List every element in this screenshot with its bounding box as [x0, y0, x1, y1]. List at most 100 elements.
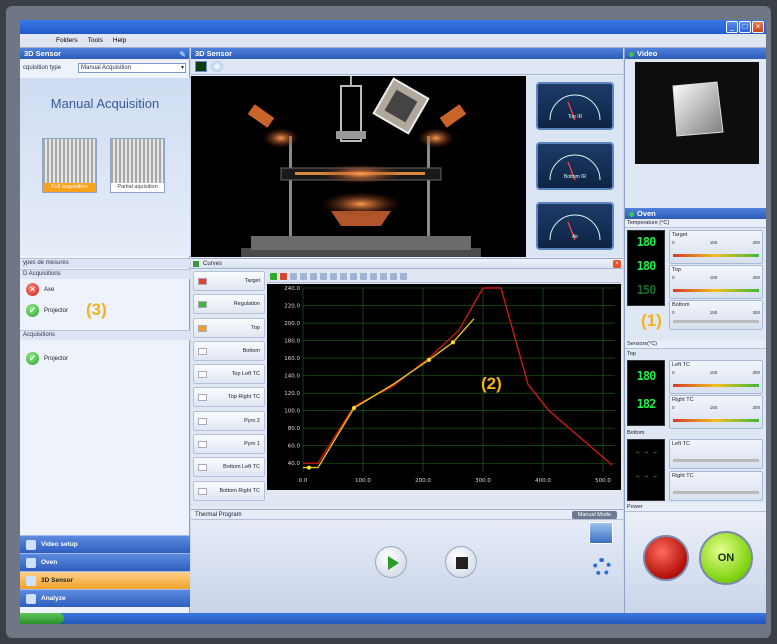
sensor-icon	[26, 575, 36, 586]
list-item-projector[interactable]: ✓ Projector	[26, 304, 68, 317]
export-icon[interactable]	[370, 273, 377, 280]
bottom-right-tc-bar	[673, 491, 759, 494]
legend-button-bottom[interactable]: Bottom	[193, 340, 265, 361]
zoom-box-icon[interactable]	[310, 273, 317, 280]
pan-icon[interactable]	[300, 273, 307, 280]
nav-video-setup[interactable]: Video setup	[20, 535, 190, 553]
legend-label: Bottom	[242, 347, 260, 354]
top-bar	[673, 289, 759, 292]
curves-header: Curves ×	[191, 259, 623, 269]
partial-acquisition-thumb[interactable]: Partial aquisition	[110, 138, 165, 193]
thermal-program-label: Thermal Program	[195, 512, 242, 518]
legend-swatch	[198, 487, 207, 495]
nav-analyze[interactable]: Analyze	[20, 589, 190, 607]
close-button[interactable]: ×	[752, 21, 764, 33]
measure-icon[interactable]	[350, 273, 357, 280]
zoom-in-icon[interactable]	[320, 273, 327, 280]
sensor-toolbar	[191, 59, 623, 75]
settings-gear-icon[interactable]	[593, 558, 611, 576]
oven-title: Oven	[637, 209, 656, 218]
export-image-icon[interactable]	[589, 522, 613, 544]
oven-header: Oven	[625, 208, 766, 219]
nav-3d-sensor[interactable]: 3D Sensor	[20, 571, 190, 589]
copy-icon[interactable]	[360, 273, 367, 280]
mini-label: Right TC	[672, 397, 694, 403]
bottom-right-tc-panel[interactable]: Right TC	[669, 471, 763, 501]
manual-mode-button[interactable]: Manual Mode	[571, 511, 617, 519]
legend-button-pyro-1[interactable]: Pyro 1	[193, 434, 265, 455]
close-icon[interactable]: ×	[613, 260, 621, 268]
save-icon[interactable]	[380, 273, 387, 280]
status-dot-icon	[629, 211, 634, 217]
temperature-label: Temperature (°C)	[625, 219, 766, 228]
legend-label: Bottom Left TC	[223, 464, 260, 471]
top-right-tc-panel[interactable]: Right TC 0 150 300	[669, 395, 763, 429]
legend-label: Top	[251, 324, 260, 331]
cursor-icon[interactable]	[290, 273, 297, 280]
full-acquisition-thumb[interactable]: Full acquisition	[42, 138, 97, 193]
legend-button-bottom-left-tc[interactable]: Bottom Left TC	[193, 457, 265, 478]
start-button[interactable]	[20, 613, 64, 624]
top-left-tc-panel[interactable]: Left TC 0 150 300	[669, 360, 763, 394]
preview-icon[interactable]	[400, 273, 407, 280]
stop-button[interactable]	[445, 546, 477, 578]
check-icon: ✓	[26, 304, 39, 317]
menu-tools[interactable]: Tools	[88, 37, 103, 44]
section-measure-types[interactable]: ypes de mesures	[20, 258, 190, 268]
scale-min: 0	[672, 370, 675, 375]
mini-scale: 0 150 300	[672, 310, 760, 315]
bottom-left-tc-panel[interactable]: Left TC	[669, 439, 763, 469]
minimize-button[interactable]: _	[726, 21, 738, 33]
power-on-button[interactable]: ON	[699, 531, 753, 585]
legend-button-top[interactable]: Top	[193, 317, 265, 338]
section-acquisitions[interactable]: Acquisitions	[20, 330, 190, 340]
list-item-projector-2[interactable]: ✓ Projector	[26, 352, 68, 365]
legend-button-target[interactable]: Target	[193, 271, 265, 291]
list-item-axe[interactable]: × Axe	[26, 283, 54, 296]
power-off-button[interactable]	[643, 535, 689, 581]
menu-folders[interactable]: Folders	[56, 37, 78, 44]
maximize-button[interactable]: □	[739, 21, 751, 33]
menu-help[interactable]: Help	[113, 37, 126, 44]
bottom-slider-panel[interactable]: Bottom 0 150 300	[669, 300, 763, 330]
target-slider-panel[interactable]: Target 0 150 300	[669, 230, 763, 264]
print-icon[interactable]	[390, 273, 397, 280]
scale-mid: 150	[709, 240, 718, 245]
legend-button-top-left-tc[interactable]: Top Left TC	[193, 364, 265, 385]
nav-oven[interactable]: Oven	[20, 553, 190, 571]
legend-label: Target	[244, 278, 260, 284]
bottom-left-tc-bar	[673, 459, 759, 462]
legend-swatch	[198, 347, 207, 355]
gauge-bottom-ir: Bottom IR	[536, 142, 614, 190]
acquisition-type-select[interactable]: Manual Acquisition ▾	[78, 62, 186, 73]
scale-min: 0	[672, 275, 675, 280]
play-button[interactable]	[375, 546, 407, 578]
select-icon[interactable]	[340, 273, 347, 280]
center-header: 3D Sensor	[191, 48, 623, 59]
gauge-label: Air	[571, 234, 579, 240]
stop-icon[interactable]	[280, 273, 287, 280]
play-icon	[388, 556, 399, 570]
legend-button-pyro-2[interactable]: Pyro 2	[193, 410, 265, 431]
scale-max: 300	[752, 240, 760, 245]
section-3d-acquisitions[interactable]: D Acquisitions	[20, 269, 190, 279]
legend-button-bottom-right-tc[interactable]: Bottom Right TC	[193, 480, 265, 501]
nav-label: Analyze	[41, 595, 66, 602]
top-slider-panel[interactable]: Top 0 150 300	[669, 265, 763, 299]
data-point-marker	[427, 357, 431, 362]
zoom-out-icon[interactable]	[330, 273, 337, 280]
legend-button-top-right-tc[interactable]: Top Right TC	[193, 387, 265, 408]
pin-icon[interactable]: ✎	[179, 49, 186, 60]
check-icon: ✓	[26, 352, 39, 365]
mini-label: Bottom	[672, 302, 690, 308]
curves-icon	[193, 261, 199, 267]
temperature-digital-display: 180 180 150	[627, 230, 665, 306]
video-sample-graphic	[672, 81, 724, 137]
y-tick-label: 200.0	[284, 321, 300, 327]
globe-icon[interactable]	[211, 61, 223, 72]
legend-button-regulation[interactable]: Regulation	[193, 294, 265, 315]
left-panel-header: 3D Sensor ✎	[20, 48, 189, 59]
y-tick-label: 60.0	[288, 444, 301, 450]
monitor-icon[interactable]	[195, 61, 207, 72]
play-icon[interactable]	[270, 273, 277, 280]
